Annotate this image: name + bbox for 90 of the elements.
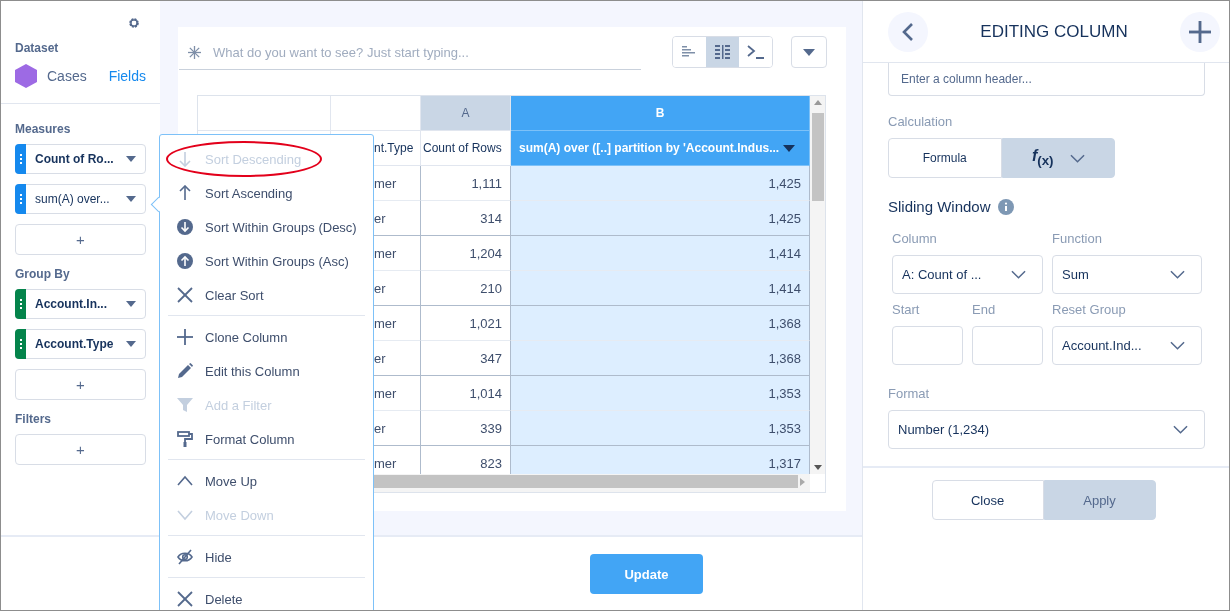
select-field[interactable]: Account.Ind... xyxy=(1052,326,1202,365)
clone-icon xyxy=(177,329,193,345)
group-asc-icon xyxy=(177,253,193,269)
select-field[interactable]: Sum xyxy=(1052,255,1202,294)
plus-icon xyxy=(1189,20,1211,43)
add-button[interactable]: + xyxy=(15,434,146,465)
field-pill[interactable]: Account.Type xyxy=(15,329,146,359)
drag-handle[interactable] xyxy=(15,183,26,214)
delete-icon xyxy=(177,591,193,607)
field-pill[interactable]: Account.In... xyxy=(15,289,146,319)
drag-handle[interactable] xyxy=(15,328,26,359)
settings-icon[interactable] xyxy=(127,16,141,30)
table-cell: 1,353 xyxy=(511,411,810,446)
chevron-icon xyxy=(1170,270,1185,279)
console-icon xyxy=(746,45,765,59)
table-cell: 1,425 xyxy=(511,166,810,201)
close-button[interactable]: Close xyxy=(931,480,1044,520)
scroll-down-icon[interactable] xyxy=(813,465,822,470)
caret-icon xyxy=(803,48,815,56)
caret-icon[interactable] xyxy=(126,196,136,202)
table-cell: 1,425 xyxy=(511,201,810,236)
menu-item[interactable]: Delete xyxy=(168,582,365,610)
caret-icon[interactable] xyxy=(126,156,136,162)
filter-icon xyxy=(177,397,193,413)
chevron-icon xyxy=(1170,341,1185,350)
back-icon xyxy=(902,21,914,42)
section-title: Measures xyxy=(15,122,72,136)
add-button[interactable] xyxy=(1180,11,1220,52)
scroll-up-icon[interactable] xyxy=(813,100,822,105)
fields-link[interactable]: Fields xyxy=(108,68,146,84)
field-label: Start xyxy=(892,302,921,317)
caret-icon[interactable] xyxy=(126,301,136,307)
format-icon xyxy=(177,431,193,447)
vertical-scrollbar[interactable] xyxy=(810,96,825,474)
section-title: Group By xyxy=(15,267,71,281)
field-label: Format xyxy=(888,386,931,401)
info-icon[interactable] xyxy=(997,198,1014,215)
column-letter[interactable]: A xyxy=(421,96,511,131)
back-button[interactable] xyxy=(888,11,928,52)
apply-button[interactable]: Apply xyxy=(1043,480,1156,520)
sort-asc-icon xyxy=(177,185,193,201)
clear-icon xyxy=(177,287,193,303)
calculation-option[interactable]: f$_{(x)}$ xyxy=(1001,138,1115,178)
view-toggle[interactable] xyxy=(706,37,739,67)
field-label: End xyxy=(972,302,997,317)
field-label: Reset Group xyxy=(1052,302,1127,317)
hide-icon xyxy=(177,549,193,565)
panel-title: EDITING COLUMN xyxy=(979,21,1129,42)
add-button[interactable]: + xyxy=(15,369,146,400)
hexagon-icon xyxy=(15,64,37,88)
field-label: Column xyxy=(892,231,938,246)
select-field[interactable]: Number (1,234) xyxy=(888,410,1205,449)
table-icon xyxy=(714,45,731,59)
sort-desc-icon xyxy=(177,151,193,167)
field-label: Function xyxy=(1052,231,1103,246)
chevron-icon xyxy=(1011,270,1026,279)
calculation-option[interactable]: Formula xyxy=(888,138,1002,178)
chevron-icon xyxy=(1069,153,1085,163)
select-field[interactable]: A: Count of ... xyxy=(892,255,1043,294)
search-field[interactable]: What do you want to see? Just start typing... xyxy=(179,36,641,70)
dataset-label: Dataset xyxy=(15,41,60,55)
sparkle-icon xyxy=(188,46,201,59)
scrollbar-thumb[interactable] xyxy=(811,113,824,201)
table-cell: 1,414 xyxy=(511,236,810,271)
bar-list-icon xyxy=(681,46,698,58)
field-label: Calculation xyxy=(888,114,954,129)
menu-item[interactable]: Move Up xyxy=(168,464,365,498)
table-cell: 1,317 xyxy=(511,446,810,474)
table-cell: 1,414 xyxy=(511,271,810,306)
field-pill[interactable]: Count of Ro... xyxy=(15,144,146,174)
table-cell: 1,368 xyxy=(511,341,810,376)
table-cell: 1,353 xyxy=(511,376,810,411)
chevron-icon xyxy=(1173,425,1188,434)
input-field[interactable] xyxy=(972,326,1043,365)
menu-item[interactable]: Hide xyxy=(168,540,365,574)
dropdown-button[interactable] xyxy=(791,36,827,68)
add-button[interactable]: + xyxy=(15,224,146,255)
section-title: Sliding Window xyxy=(888,198,991,215)
caret-icon[interactable] xyxy=(126,341,136,347)
edit-icon xyxy=(177,363,193,379)
drag-handle[interactable] xyxy=(15,288,26,319)
dataset-name: Cases xyxy=(47,68,87,84)
section-title: Filters xyxy=(15,412,52,426)
input-field[interactable] xyxy=(892,326,963,365)
table-cell: 1,368 xyxy=(511,306,810,341)
caret-icon[interactable] xyxy=(783,144,795,152)
column-header-field[interactable]: Enter a column header... xyxy=(888,63,1205,96)
group-desc-icon xyxy=(177,219,193,235)
drag-handle[interactable] xyxy=(15,143,26,174)
field-pill[interactable]: sum(A) over... xyxy=(15,184,146,214)
